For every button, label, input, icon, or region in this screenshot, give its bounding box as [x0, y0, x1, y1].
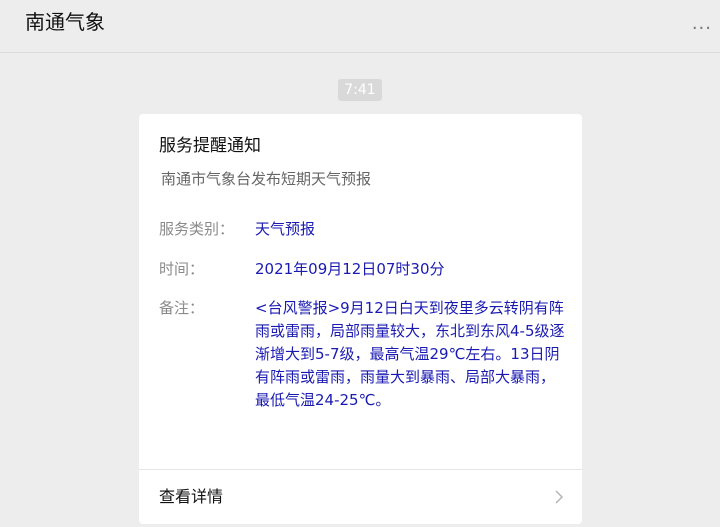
- chat-title: 南通气象: [25, 10, 105, 34]
- chevron-right-icon: [555, 490, 564, 504]
- service-type-value: 天气预报: [255, 220, 316, 238]
- service-notification-card: 服务提醒通知 南通市气象台发布短期天气预报 服务类别： 天气预报 时间： 202…: [139, 114, 582, 524]
- chat-header: 南通气象 ...: [0, 0, 720, 53]
- service-type-label: 服务类别：: [159, 220, 235, 238]
- view-details-link[interactable]: 查看详情: [139, 470, 582, 524]
- card-title: 服务提醒通知: [159, 136, 261, 156]
- message-timestamp: 7:41: [338, 79, 382, 101]
- view-details-label: 查看详情: [159, 487, 224, 506]
- card-subtitle: 南通市气象台发布短期天气预报: [161, 170, 372, 188]
- time-label: 时间：: [159, 260, 205, 278]
- time-value: 2021年09月12日07时30分: [255, 260, 445, 278]
- note-label: 备注：: [159, 299, 205, 317]
- note-value: <台风警报>9月12日白天到夜里多云转阴有阵雨或雷雨，局部雨量较大，东北到东风4…: [255, 299, 565, 409]
- more-options-icon[interactable]: ...: [692, 14, 712, 34]
